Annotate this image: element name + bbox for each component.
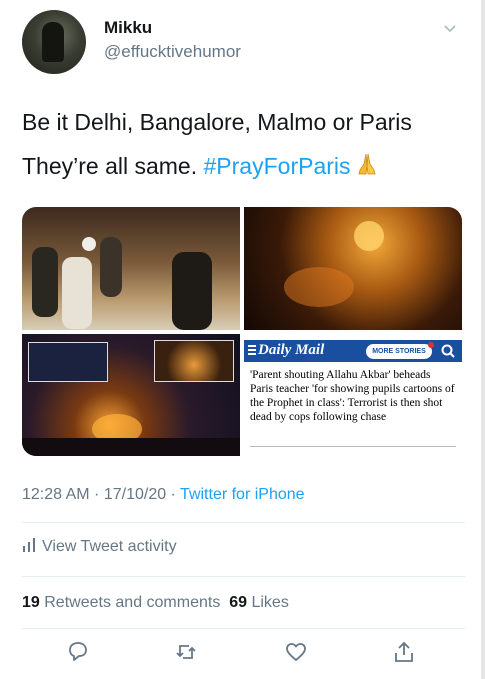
hashtag-link[interactable]: #PrayForParis [204,153,351,179]
like-icon[interactable] [284,640,308,664]
tweet-line-1: Be it Delhi, Bangalore, Malmo or Paris [22,109,412,135]
meta-separator: · [89,486,104,503]
divider [22,522,465,523]
retweets-count[interactable]: 19 [22,594,40,611]
dailymail-header-bar: Daily Mail MORE STORIES [244,340,462,362]
more-stories-button: MORE STORIES [366,344,432,359]
photo-street-crowd[interactable] [22,207,240,330]
menu-icon [248,345,256,357]
photo-night-fire[interactable] [244,207,462,330]
tweet-source-link[interactable]: Twitter for iPhone [180,486,305,503]
notification-dot [428,342,434,348]
view-activity-label: View Tweet activity [42,538,177,555]
reply-icon[interactable] [66,640,90,664]
article-headline: 'Parent shouting Allahu Akbar' beheads P… [250,369,455,423]
dailymail-logo: Daily Mail [258,342,325,358]
avatar[interactable] [22,10,86,74]
scrollbar-track [481,0,485,679]
tweet-stats: 19 Retweets and comments 69 Likes [22,594,289,612]
media-grid[interactable]: Daily Mail MORE STORIES 'Parent shouting… [22,207,462,456]
user-handle[interactable]: @effucktivehumor [104,42,241,62]
divider [22,628,465,629]
search-icon [441,344,455,358]
tweet-header: Mikku @effucktivehumor [22,10,465,74]
meta-separator: · [166,486,181,503]
retweet-icon[interactable] [174,640,198,664]
tweet-actions [0,640,485,668]
likes-label[interactable]: Likes [251,594,288,611]
tweet-line-2-text: They’re all same. [22,153,204,179]
chevron-down-icon[interactable] [443,22,457,36]
tweet-text: Be it Delhi, Bangalore, Malmo or Paris T… [22,100,472,188]
article-byline-divider [250,446,456,450]
folded-hands-icon [357,153,376,175]
activity-chart-icon [23,538,35,552]
share-icon[interactable] [392,640,416,664]
photo-burning-street[interactable] [22,334,240,456]
retweets-label[interactable]: Retweets and comments [44,594,220,611]
tweet-line-2: They’re all same. #PrayForParis [22,144,472,188]
inset-photo [28,342,108,382]
tweet-timestamp: 12:28 AM · 17/10/20 · Twitter for iPhone [22,486,305,504]
divider [22,576,465,577]
user-name[interactable]: Mikku [104,18,152,38]
dailymail-article-card[interactable]: Daily Mail MORE STORIES 'Parent shouting… [244,334,462,456]
tweet-date: 17/10/20 [103,486,167,503]
view-activity-link[interactable]: View Tweet activity [22,538,177,556]
tweet-time: 12:28 AM [22,486,90,503]
inset-photo [154,340,234,382]
likes-count[interactable]: 69 [229,594,247,611]
